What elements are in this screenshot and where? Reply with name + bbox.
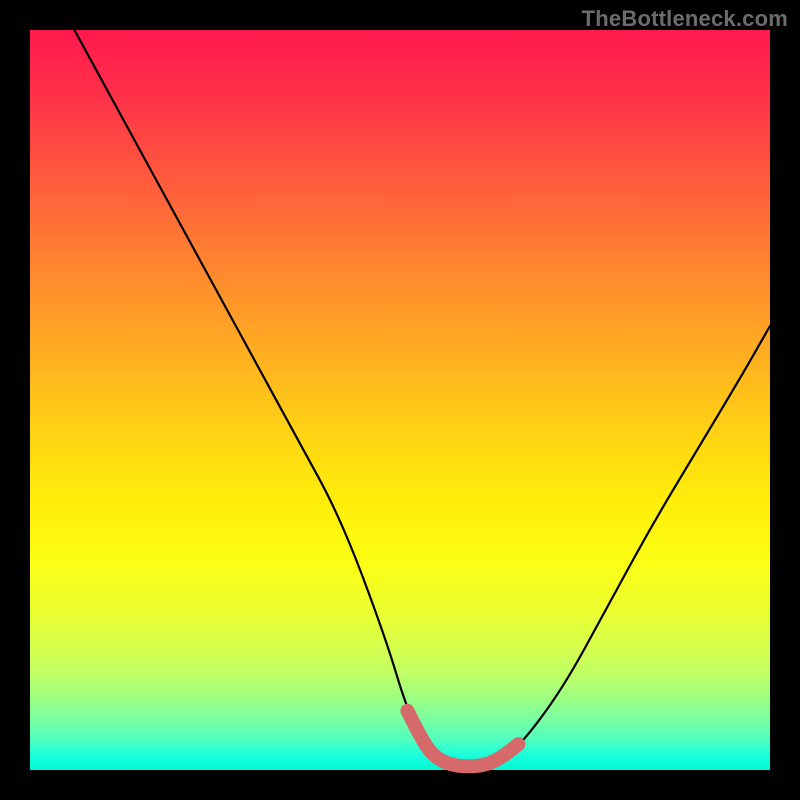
marker-layer — [407, 711, 518, 767]
bottleneck-curve — [74, 30, 770, 766]
optimal-range-marker — [407, 711, 518, 767]
curve-layer — [74, 30, 770, 766]
plot-area — [30, 30, 770, 770]
watermark-text: TheBottleneck.com — [582, 6, 788, 32]
chart-svg — [30, 30, 770, 770]
chart-frame: TheBottleneck.com — [0, 0, 800, 800]
